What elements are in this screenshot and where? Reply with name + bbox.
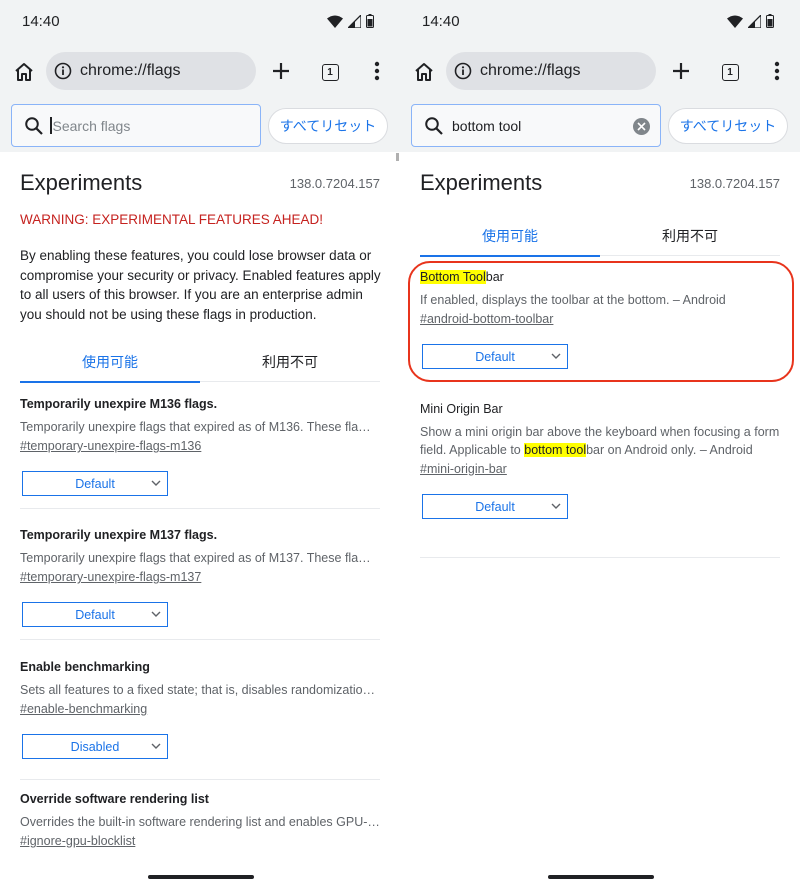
signal-icon xyxy=(748,14,761,28)
status-icons xyxy=(327,14,374,28)
status-time: 14:40 xyxy=(422,13,460,30)
home-icon xyxy=(15,63,33,81)
browser-chrome: 14:40 chrome://flags 1 bottom tool すべてリセ… xyxy=(400,0,800,152)
flag-item: Temporarily unexpire M137 flags. Tempora… xyxy=(20,528,380,640)
warning-text: WARNING: EXPERIMENTAL FEATURES AHEAD! xyxy=(20,212,324,227)
flag-select[interactable]: Default xyxy=(422,494,568,519)
battery-icon xyxy=(366,14,374,28)
flag-item: Override software rendering list Overrid… xyxy=(20,792,380,852)
flag-select-value: Default xyxy=(475,499,515,514)
chevron-down-icon xyxy=(151,611,161,617)
search-icon xyxy=(25,116,43,135)
flag-link[interactable]: #temporary-unexpire-flags-m136 xyxy=(20,439,380,453)
tab-switcher-button[interactable]: 1 xyxy=(319,61,341,83)
tab-bar: 使用可能 利用不可 xyxy=(20,342,380,383)
wifi-icon xyxy=(727,15,743,28)
flag-name: Temporarily unexpire M136 flags. xyxy=(20,397,218,411)
version-label: 138.0.7204.157 xyxy=(289,176,380,191)
plus-icon xyxy=(673,63,689,79)
page-title: Experiments xyxy=(420,170,543,195)
info-icon xyxy=(454,62,472,80)
flag-link[interactable]: #temporary-unexpire-flags-m137 xyxy=(20,570,380,584)
text-caret xyxy=(50,117,52,134)
flag-select[interactable]: Disabled xyxy=(22,734,168,759)
more-vert-icon xyxy=(374,61,380,81)
flag-select[interactable]: Default xyxy=(22,602,168,627)
flag-select[interactable]: Default xyxy=(22,471,168,496)
search-placeholder: Search flags xyxy=(52,117,131,134)
search-icon xyxy=(425,116,443,135)
flag-description: Temporarily unexpire flags that expired … xyxy=(20,551,371,565)
home-icon xyxy=(415,63,433,81)
search-flags-input[interactable]: Search flags xyxy=(11,104,261,147)
omnibox-url: chrome://flags xyxy=(80,62,181,79)
flag-description: Sets all features to a fixed state; that… xyxy=(20,683,376,697)
version-label: 138.0.7204.157 xyxy=(689,176,780,191)
home-button[interactable] xyxy=(11,59,37,85)
search-match-highlight: bottom tool xyxy=(524,443,587,457)
flag-link[interactable]: #enable-benchmarking xyxy=(20,702,380,716)
browser-chrome: 14:40 chrome://flags 1 Search flags すべてリ… xyxy=(0,0,400,152)
flag-link[interactable]: #mini-origin-bar xyxy=(420,462,780,476)
tab-unavailable[interactable]: 利用不可 xyxy=(200,342,380,382)
flag-name: Temporarily unexpire M137 flags. xyxy=(20,528,218,542)
info-icon xyxy=(54,62,72,80)
flag-select-value: Disabled xyxy=(70,739,120,754)
tab-bar: 使用可能 利用不可 xyxy=(420,216,780,257)
tab-unavailable[interactable]: 利用不可 xyxy=(600,216,780,256)
menu-button[interactable] xyxy=(770,60,784,82)
status-time: 14:40 xyxy=(22,13,60,30)
flag-item: Temporarily unexpire M136 flags. Tempora… xyxy=(20,397,380,509)
flag-name: Override software rendering list xyxy=(20,792,209,806)
page-title: Experiments xyxy=(20,170,143,195)
tab-available[interactable]: 使用可能 xyxy=(420,216,600,257)
intro-text: By enabling these features, you could lo… xyxy=(20,248,381,322)
tab-count: 1 xyxy=(321,63,339,81)
search-flags-input[interactable]: bottom tool xyxy=(411,104,661,147)
chevron-down-icon xyxy=(151,480,161,486)
tab-available[interactable]: 使用可能 xyxy=(20,342,200,383)
scrollbar[interactable] xyxy=(396,153,399,161)
flag-description: Temporarily unexpire flags that expired … xyxy=(20,420,371,434)
more-vert-icon xyxy=(774,61,780,81)
flag-link[interactable]: #ignore-gpu-blocklist xyxy=(20,834,380,848)
gesture-nav-bar[interactable] xyxy=(148,875,254,879)
chevron-down-icon xyxy=(551,503,561,509)
flag-select-value: Default xyxy=(75,476,115,491)
annotation-highlight-ring xyxy=(408,261,794,382)
new-tab-button[interactable] xyxy=(670,60,692,82)
flag-description: Overrides the built-in software renderin… xyxy=(20,815,380,829)
omnibox[interactable]: chrome://flags xyxy=(446,52,656,90)
chevron-down-icon xyxy=(151,743,161,749)
left-screen: 14:40 chrome://flags 1 Search flags すべてリ… xyxy=(0,0,400,889)
battery-icon xyxy=(766,14,774,28)
gesture-nav-bar[interactable] xyxy=(548,875,654,879)
right-screen: 14:40 chrome://flags 1 bottom tool すべてリセ… xyxy=(400,0,800,889)
flag-description: Show a mini origin bar above the keyboar… xyxy=(420,423,780,459)
flag-item: Mini Origin Bar Show a mini origin bar a… xyxy=(420,402,780,558)
close-icon xyxy=(637,122,646,131)
wifi-icon xyxy=(327,15,343,28)
flag-item: Enable benchmarking Sets all features to… xyxy=(20,660,380,780)
plus-icon xyxy=(273,63,289,79)
status-icons xyxy=(727,14,774,28)
search-value: bottom tool xyxy=(452,117,522,134)
menu-button[interactable] xyxy=(370,60,384,82)
flag-name: Enable benchmarking xyxy=(20,660,150,674)
reset-all-button[interactable]: すべてリセット xyxy=(268,108,388,144)
new-tab-button[interactable] xyxy=(270,60,292,82)
omnibox[interactable]: chrome://flags xyxy=(46,52,256,90)
signal-icon xyxy=(348,14,361,28)
flag-name: Mini Origin Bar xyxy=(420,402,503,416)
tab-count: 1 xyxy=(721,63,739,81)
flag-select-value: Default xyxy=(75,607,115,622)
home-button[interactable] xyxy=(411,59,437,85)
omnibox-url: chrome://flags xyxy=(480,62,581,79)
clear-search-button[interactable] xyxy=(633,118,650,135)
flag-description-part: bar on Android only. – Android xyxy=(586,443,753,457)
reset-all-button[interactable]: すべてリセット xyxy=(668,108,788,144)
tab-switcher-button[interactable]: 1 xyxy=(719,61,741,83)
